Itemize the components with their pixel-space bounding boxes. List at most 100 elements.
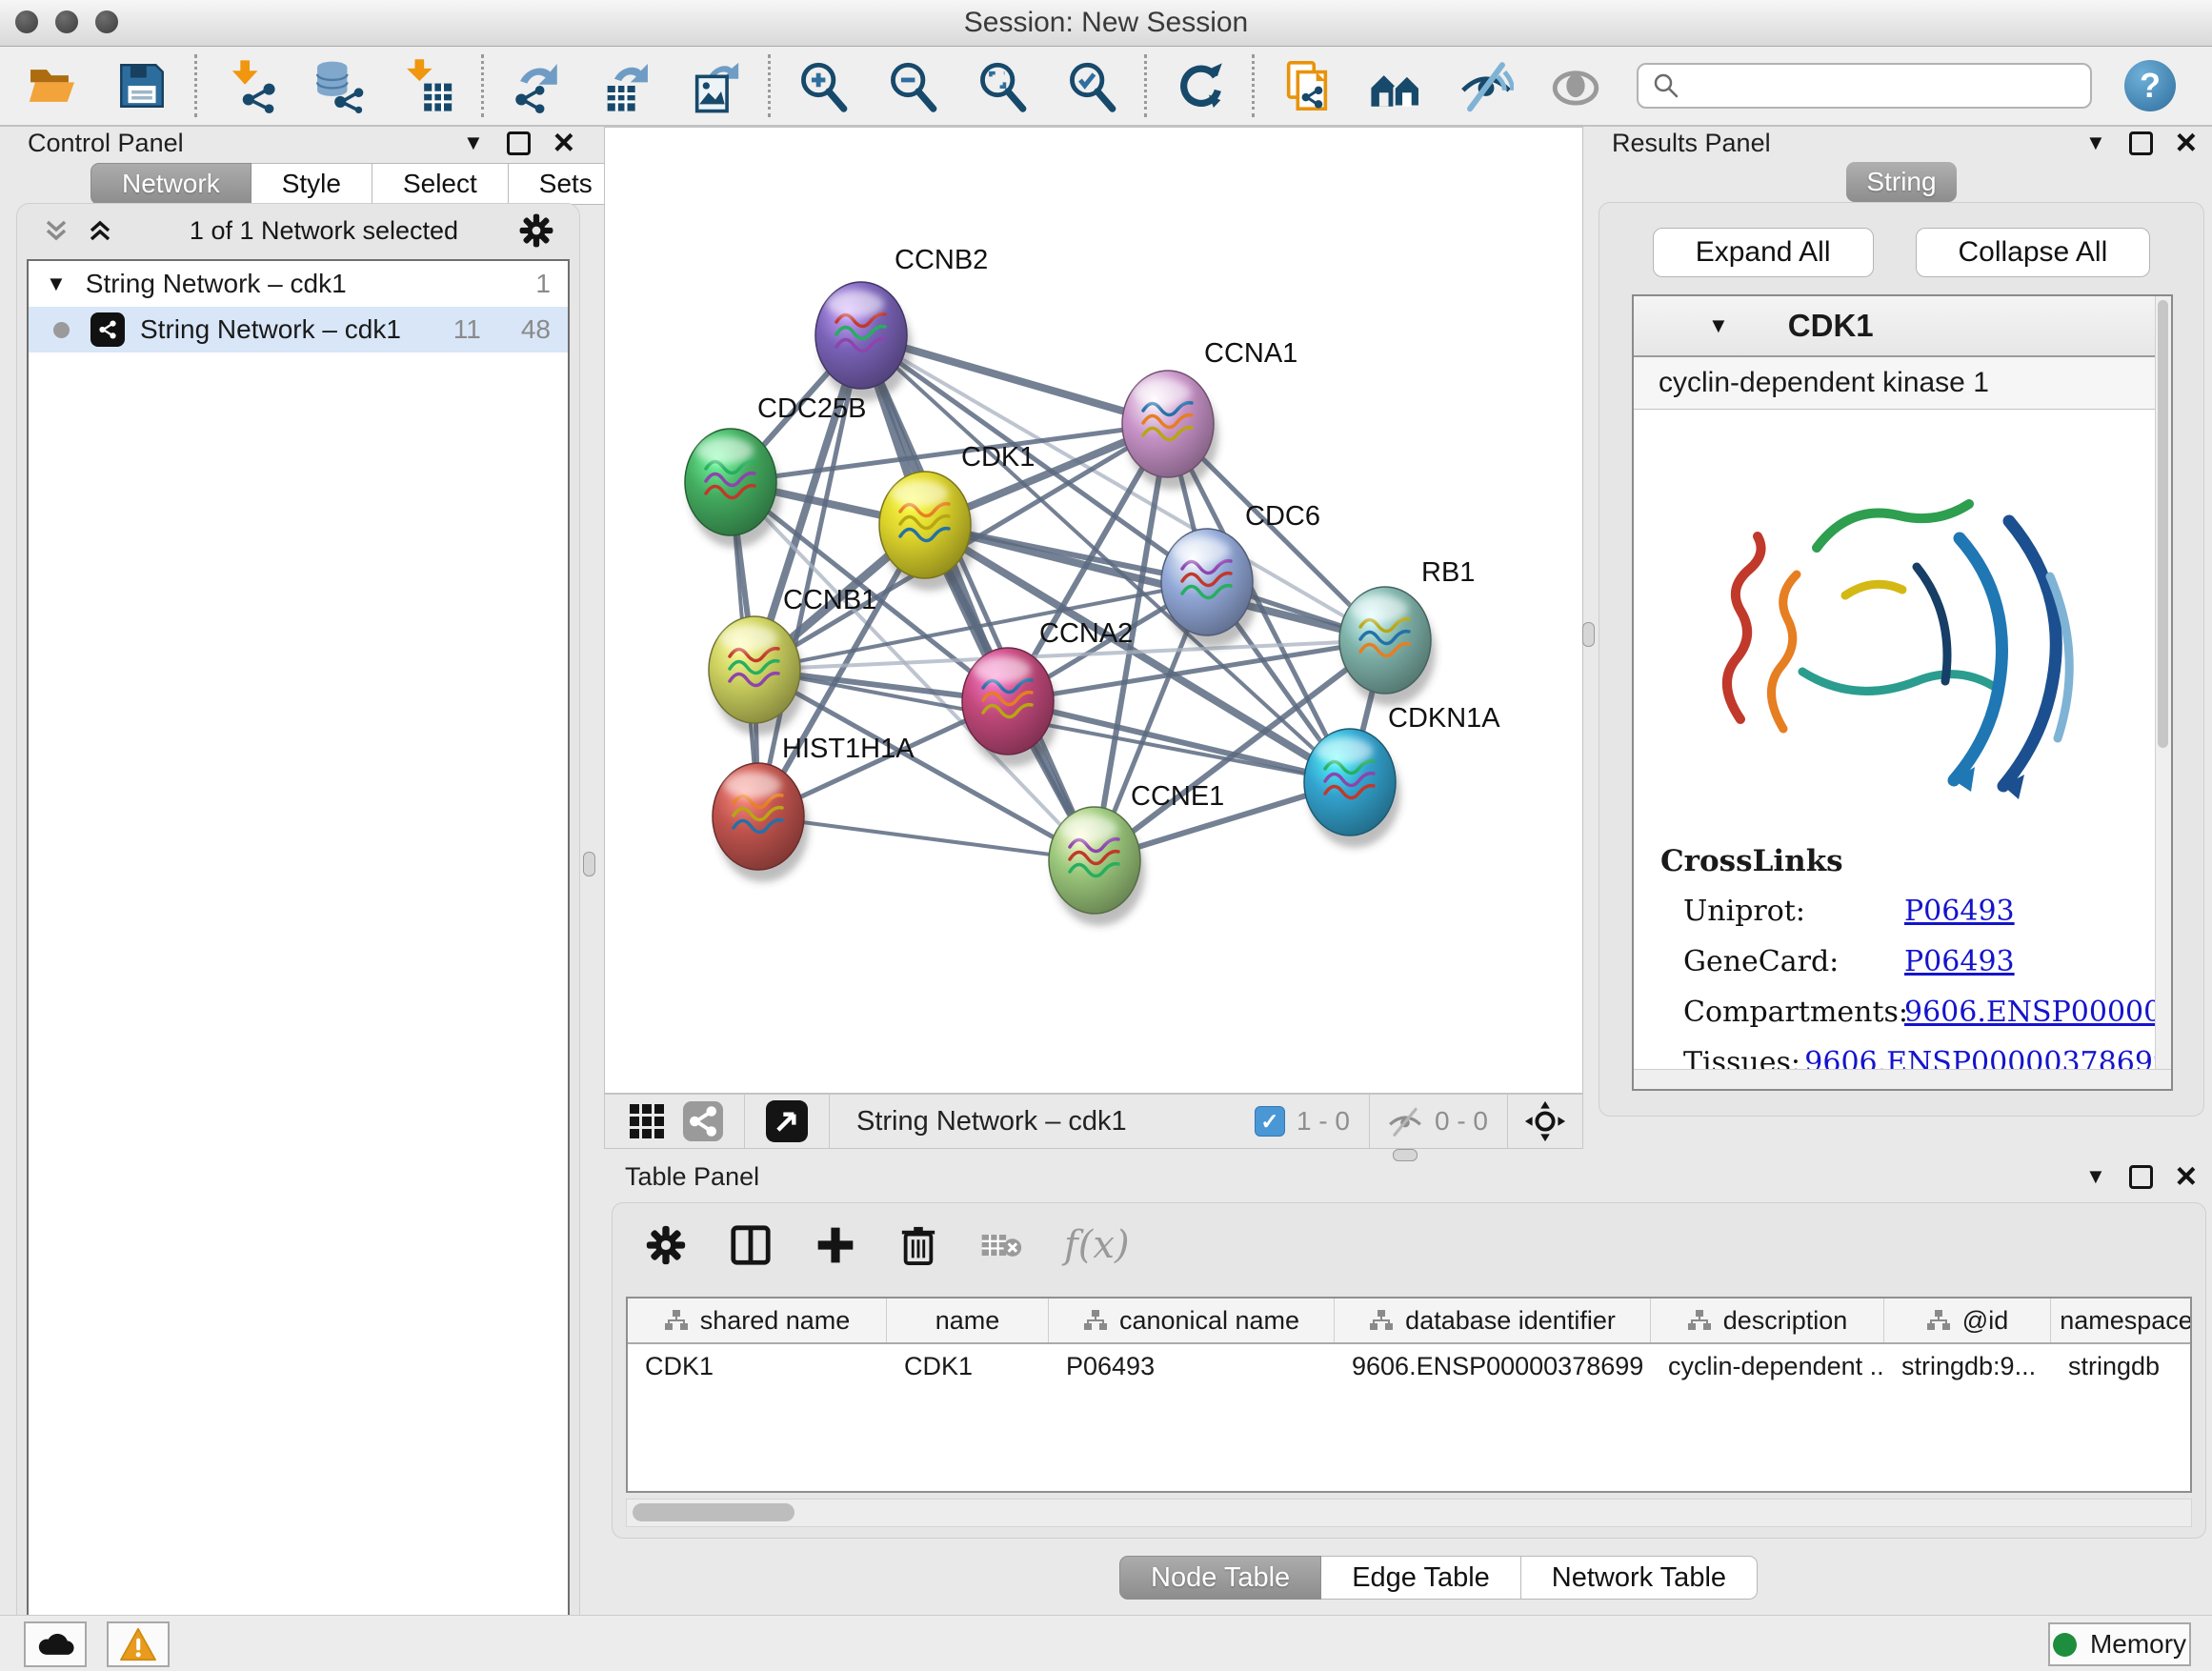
network-canvas[interactable]: CCNB2CCNA1CDC25BCDK1CDC6RB1CCNB1CCNA2CDK…	[604, 127, 1583, 1094]
collapse-all-icon[interactable]	[42, 216, 70, 245]
column-header-namespace[interactable]: namespace	[2051, 1299, 2190, 1342]
export-table-icon[interactable]	[598, 58, 654, 113]
control-panel-close-icon[interactable]: ×	[553, 132, 574, 153]
results-horizontal-scrollbar[interactable]	[1634, 1069, 2171, 1089]
export-network-icon[interactable]	[509, 58, 564, 113]
cell-shared-name[interactable]: CDK1	[628, 1344, 887, 1388]
genecard-link[interactable]: P06493	[1904, 945, 2015, 978]
crosslink-row: Compartments: 9606.ENSP00000378699	[1634, 987, 2171, 1037]
gene-header-row[interactable]: ▼ CDK1	[1634, 296, 2171, 357]
cell-id[interactable]: stringdb:9...	[1884, 1344, 2051, 1388]
cell-namespace[interactable]: stringdb	[2051, 1344, 2190, 1388]
cell-description[interactable]: cyclin-dependent ...	[1651, 1344, 1884, 1388]
zoom-in-icon[interactable]	[795, 58, 851, 113]
show-all-icon[interactable]	[1548, 58, 1603, 113]
cloud-status-button[interactable]	[24, 1621, 87, 1667]
scrollbar-thumb[interactable]	[2158, 300, 2168, 748]
hidden-eye-icon[interactable]	[1387, 1103, 1423, 1139]
search-input[interactable]	[1690, 70, 2077, 102]
gene-collapse-icon[interactable]: ▼	[1708, 315, 1729, 336]
apply-layout-icon[interactable]	[1172, 58, 1227, 113]
scrollbar-thumb[interactable]	[633, 1503, 794, 1521]
string-home-icon[interactable]	[1369, 58, 1424, 113]
create-column-plus-icon[interactable]	[814, 1224, 856, 1266]
memory-button[interactable]: Memory	[2048, 1622, 2191, 1666]
expand-all-button[interactable]: Expand All	[1653, 228, 1874, 277]
tab-edge-table[interactable]: Edge Table	[1321, 1556, 1521, 1600]
tab-node-table[interactable]: Node Table	[1119, 1556, 1321, 1600]
protein-structure-image	[1634, 410, 2171, 838]
divider	[1369, 1095, 1370, 1148]
tab-network[interactable]: Network	[90, 163, 251, 205]
column-header-canonical-name[interactable]: canonical name	[1049, 1299, 1335, 1342]
column-header-id[interactable]: @id	[1884, 1299, 2051, 1342]
results-panel-float-icon[interactable]: ▼	[2085, 132, 2106, 153]
open-session-icon[interactable]	[25, 58, 80, 113]
tab-select[interactable]: Select	[372, 163, 509, 205]
export-image-icon[interactable]	[688, 58, 743, 113]
table-panel-float-icon[interactable]: ▼	[2085, 1166, 2106, 1187]
column-header-name[interactable]: name	[887, 1299, 1049, 1342]
import-network-from-database-icon[interactable]	[312, 58, 367, 113]
table-row[interactable]: CDK1 CDK1 P06493 9606.ENSP00000378699 cy…	[628, 1344, 2190, 1388]
network-view-icon[interactable]	[683, 1101, 723, 1141]
table-panel-maximize-icon[interactable]	[2129, 1165, 2153, 1189]
network-edge[interactable]	[861, 335, 1095, 860]
cell-database-identifier[interactable]: 9606.ENSP00000378699	[1335, 1344, 1651, 1388]
warning-status-button[interactable]	[107, 1621, 170, 1667]
zoom-selected-icon[interactable]	[1064, 58, 1119, 113]
cell-name[interactable]: CDK1	[887, 1344, 1049, 1388]
zoom-fit-icon[interactable]	[975, 58, 1030, 113]
string-results-box: Expand All Collapse All ▼ CDK1 cyclin-de…	[1599, 202, 2204, 1117]
import-network-icon[interactable]	[222, 58, 277, 113]
network-tab-content: 1 of 1 Network selected ▼ String Network…	[16, 203, 580, 1671]
application-window: Session: New Session	[0, 0, 2212, 1671]
control-panel-float-icon[interactable]: ▼	[463, 132, 484, 153]
help-button[interactable]: ?	[2124, 60, 2176, 111]
results-panel-close-icon[interactable]: ×	[2176, 132, 2197, 153]
results-panel: Results Panel ▼ × String Expand All Coll…	[1591, 127, 2212, 1119]
selected-count-checkbox[interactable]: ✓	[1255, 1106, 1285, 1137]
collapse-all-button[interactable]: Collapse All	[1916, 228, 2151, 277]
tab-network-table[interactable]: Network Table	[1521, 1556, 1758, 1600]
column-header-shared-name[interactable]: shared name	[628, 1299, 887, 1342]
birdseye-view-icon[interactable]	[766, 1100, 808, 1142]
import-table-icon[interactable]	[401, 58, 456, 113]
show-columns-icon[interactable]	[729, 1223, 773, 1267]
horizontal-splitter-handle[interactable]	[1393, 1149, 1418, 1161]
selected-counts: 1 - 0	[1297, 1106, 1350, 1137]
uniprot-link[interactable]: P06493	[1904, 895, 2015, 928]
copy-icon[interactable]	[1279, 58, 1335, 113]
tab-string[interactable]: String	[1846, 162, 1957, 202]
left-splitter-handle[interactable]	[583, 852, 595, 876]
delete-table-icon[interactable]	[980, 1229, 1022, 1261]
network-row[interactable]: String Network – cdk1 11 48	[29, 307, 568, 352]
gene-symbol: CDK1	[1788, 308, 1874, 344]
fit-content-crosshair-icon[interactable]	[1523, 1099, 1567, 1143]
network-options-gear-icon[interactable]	[518, 212, 554, 249]
tab-style[interactable]: Style	[251, 163, 372, 205]
zoom-out-icon[interactable]	[885, 58, 940, 113]
control-panel-maximize-icon[interactable]	[507, 131, 531, 155]
function-builder-icon[interactable]: f(x)	[1064, 1223, 1130, 1267]
collection-expand-icon[interactable]: ▼	[46, 273, 67, 294]
network-edge[interactable]	[758, 816, 1095, 860]
save-session-icon[interactable]	[114, 58, 170, 113]
hide-selected-icon[interactable]	[1458, 58, 1514, 113]
control-panel-tabs: Network Style Select Sets	[90, 163, 590, 205]
compartments-link[interactable]: 9606.ENSP00000378699	[1904, 996, 2173, 1029]
table-horizontal-scrollbar[interactable]	[626, 1499, 2192, 1527]
grid-view-icon[interactable]	[628, 1102, 666, 1140]
search-box[interactable]	[1637, 63, 2092, 109]
column-header-description[interactable]: description	[1651, 1299, 1884, 1342]
results-vertical-scrollbar[interactable]	[2155, 296, 2171, 1089]
table-panel-close-icon[interactable]: ×	[2176, 1166, 2197, 1187]
table-options-gear-icon[interactable]	[645, 1224, 687, 1266]
column-header-database-identifier[interactable]: database identifier	[1335, 1299, 1651, 1342]
cell-canonical-name[interactable]: P06493	[1049, 1344, 1335, 1388]
delete-column-trash-icon[interactable]	[898, 1223, 938, 1267]
results-panel-maximize-icon[interactable]	[2129, 131, 2153, 155]
expand-all-icon[interactable]	[86, 216, 114, 245]
right-splitter-handle[interactable]	[1582, 622, 1595, 647]
network-collection-row[interactable]: ▼ String Network – cdk1 1	[29, 261, 568, 307]
